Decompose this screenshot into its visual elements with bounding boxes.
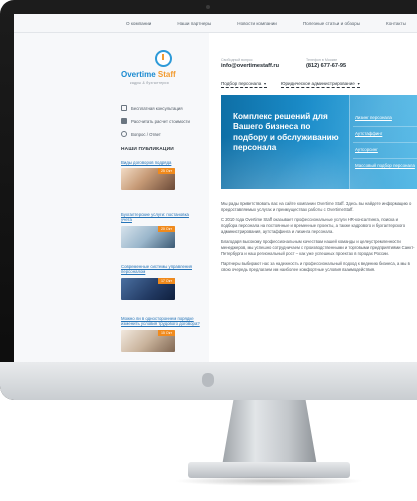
caret-down-icon: ▼ [263,82,267,86]
clock-hand [162,54,164,60]
intro-paragraph: С 2010 года Overtime Staff оказывает про… [221,217,406,234]
banner-link-outsourcing[interactable]: Аутсорсинг [355,147,378,152]
topnav-item-articles[interactable]: Полезные статьи и обзоры [303,21,360,26]
logo-brand-overtime: Overtime [121,70,158,79]
publication-item: Виды договоров подряда 25 Окт [121,160,201,191]
publication-date-badge: 17 Окт [157,277,175,284]
apple-logo-icon [202,373,214,387]
publication-date-badge: 20 Окт [157,225,175,232]
logo-brand-staff: Staff [157,70,176,79]
topnav-item-partners[interactable]: Наши партнеры [177,21,211,26]
site-logo[interactable]: Overtime Staff кадры & бухгалтерия [115,50,210,100]
topnav-item-news[interactable]: Новости компании [237,21,277,26]
caret-down-icon: ▼ [356,82,361,86]
monitor-chin [0,362,417,400]
document-icon [121,105,127,111]
service-menu: Подбор персонала ▼ Юридическое администри… [221,81,374,88]
logo-tagline: кадры & бухгалтерия [130,81,169,85]
email-link[interactable]: info@overtimestaff.ru [221,63,279,69]
banner-divider [353,126,417,127]
quick-link-consultation[interactable]: Бесплатная консультация [121,103,209,113]
main-content: Свободный вопрос info@overtimestaff.ru Т… [209,33,417,362]
banner-link-mass-recruitment[interactable]: Массовый подбор персонала [355,163,415,168]
publication-link[interactable]: Виды договоров подряда [121,160,201,165]
contact-phone-block: Телефон в Москве (812) 677-67-95 [306,58,346,69]
publication-link[interactable]: Современные системы управления персонало… [121,264,201,275]
contact-email-block: Свободный вопрос info@overtimestaff.ru [221,58,279,69]
banner-divider [353,142,417,143]
menu-item-label: Подбор персонала [221,81,262,86]
quick-links: Бесплатная консультация Рассчитать расче… [121,103,209,142]
logo-wordmark: Overtime Staff [121,70,176,79]
publication-link[interactable]: Можно ли в одностороннем порядке изменит… [121,316,201,327]
monitor-stand-neck [222,400,317,466]
intro-paragraph: Мы рады приветствовать вас на сайте комп… [221,201,412,212]
publication-thumbnail-calculator[interactable]: 20 Окт [121,225,175,248]
quick-link-faq[interactable]: Вопрос / Ответ [121,129,209,139]
banner-link-leasing[interactable]: Лизинг персонала [355,115,392,120]
banner-link-outstaffing[interactable]: Аутстаффинг [355,131,382,136]
email-caption: Свободный вопрос [221,58,253,62]
screen: О компании Наши партнеры Новости компани… [14,14,417,362]
menu-item-legal-admin[interactable]: Юридическое администрирование ▼ [280,81,361,88]
sidebar: Overtime Staff кадры & бухгалтерия Беспл… [14,33,209,362]
quick-link-label: Бесплатная консультация [131,105,183,111]
publication-date-badge: 15 Окт [157,329,175,336]
top-navigation: О компании Наши партнеры Новости компани… [14,14,417,33]
publication-thumbnail-handshake[interactable]: 25 Окт [121,168,175,191]
topnav-item-contacts[interactable]: Контакты [386,21,406,26]
publications-heading: НАШИ ПУБЛИКАЦИИ [121,147,174,152]
publication-item: Можно ли в одностороннем порядке изменит… [121,316,201,352]
intro-text: Мы рады приветствовать вас на сайте комп… [221,201,415,277]
topnav-item-about[interactable]: О компании [126,21,151,26]
menu-item-recruitment[interactable]: Подбор персонала ▼ [221,81,267,88]
phone-number[interactable]: (812) 677-67-95 [306,63,346,69]
intro-paragraph: Партнеры выбирают нас за надежность и пр… [221,261,410,272]
publication-link[interactable]: Бухгалтерские услуги: постановка учета [121,212,201,223]
publication-item: Бухгалтерские услуги: постановка учета 2… [121,212,201,248]
stand-shadow [174,476,364,486]
camera-icon [206,5,210,9]
quick-link-label: Вопрос / Ответ [131,131,161,137]
banner-title: Комплекс решений для Вашего бизнеса по п… [233,112,339,153]
phone-caption: Телефон в Москве [306,58,338,62]
banner-divider [353,158,417,159]
calculator-icon [121,118,127,124]
publication-thumbnail-chess[interactable]: 17 Окт [121,277,175,300]
intro-paragraph: Благодаря высокому профессиональным каче… [221,239,415,256]
quick-link-label: Рассчитать расчет стоимости [131,118,190,124]
menu-item-label: Юридическое администрирование [280,81,355,86]
publication-date-badge: 25 Окт [157,168,175,175]
publication-item: Современные системы управления персонало… [121,264,201,300]
quick-link-calculate[interactable]: Рассчитать расчет стоимости [121,116,209,126]
question-icon [121,131,127,137]
publication-thumbnail-papers[interactable]: 15 Окт [121,329,175,352]
hero-banner: Комплекс решений для Вашего бизнеса по п… [221,95,417,189]
